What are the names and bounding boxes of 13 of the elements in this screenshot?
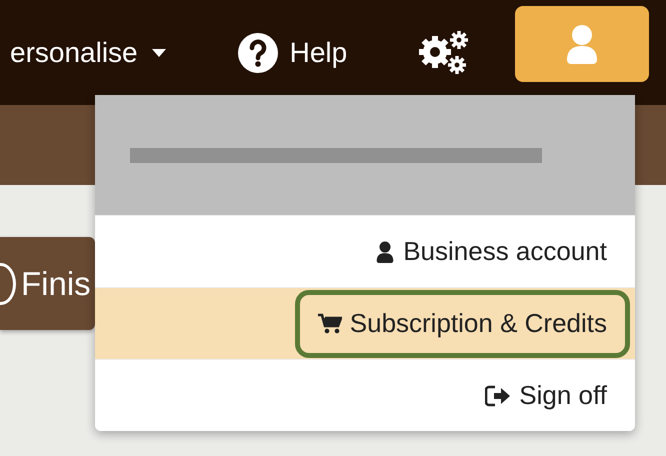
help-link[interactable]: Help	[238, 32, 348, 72]
sign-out-icon	[485, 384, 512, 406]
menu-item[interactable]: Sign off	[462, 362, 630, 430]
finish-button[interactable]: Finis	[0, 237, 95, 330]
user-icon	[375, 240, 396, 262]
gears-icon[interactable]	[417, 30, 470, 76]
user-icon	[565, 24, 600, 64]
caret-icon	[152, 48, 166, 56]
personalise-menu[interactable]: ersonalise	[10, 36, 166, 68]
menu-item[interactable]: Business account	[352, 218, 630, 286]
help-icon	[238, 32, 278, 72]
menu-item[interactable]: Subscription & Credits	[294, 290, 630, 358]
cart-icon	[318, 312, 342, 334]
